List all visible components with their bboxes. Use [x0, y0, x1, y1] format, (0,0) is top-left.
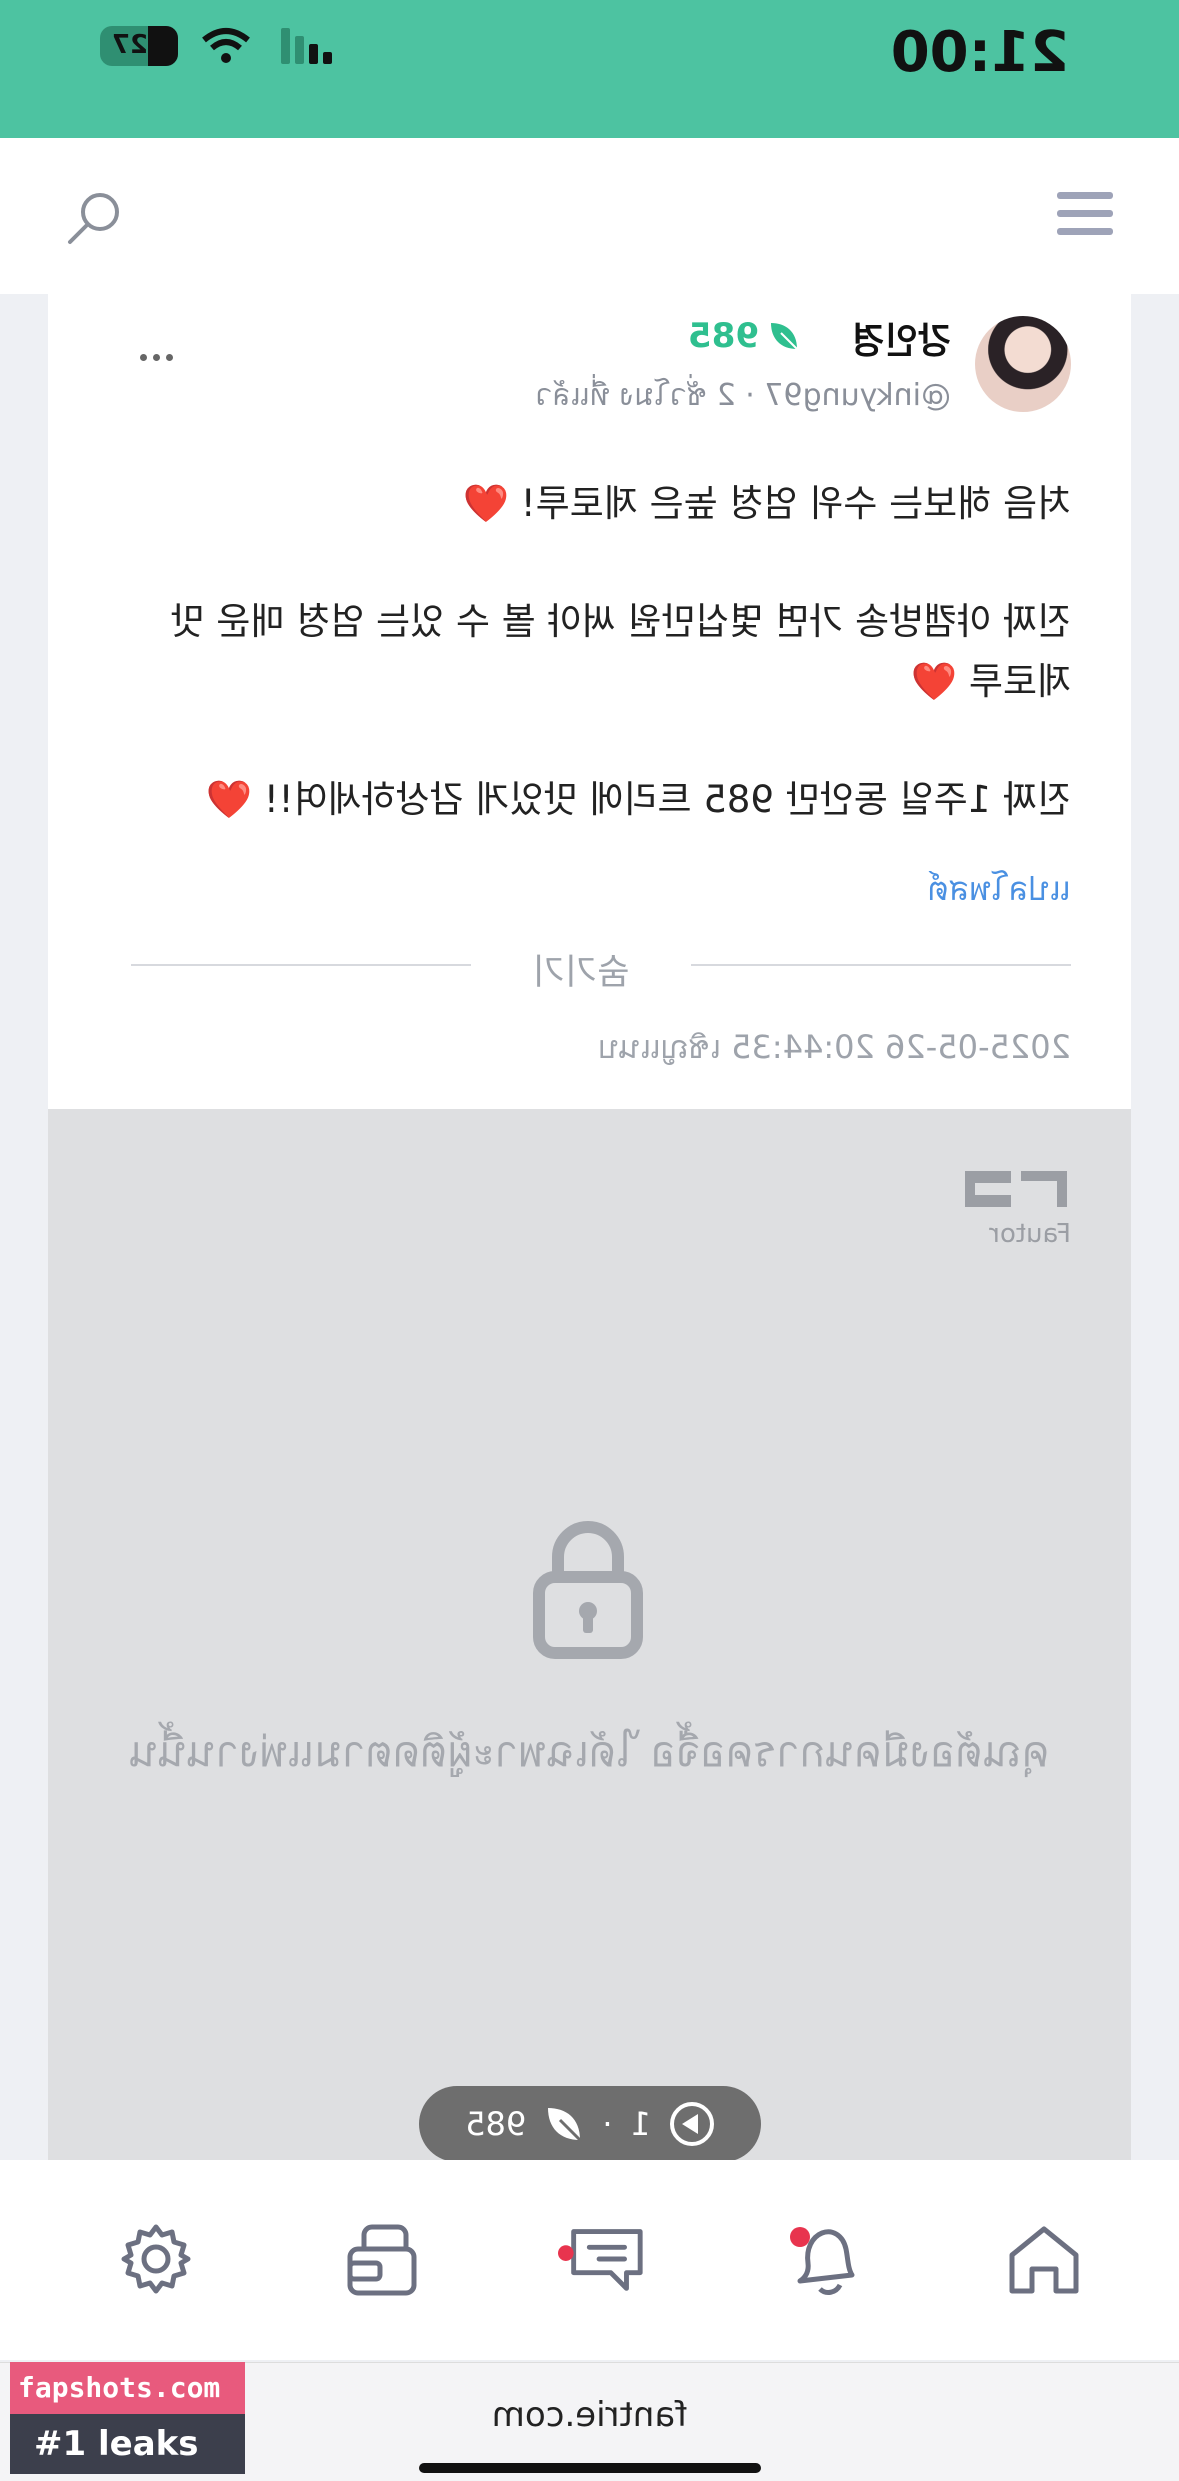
menu-icon[interactable] — [1057, 188, 1113, 240]
more-options-icon[interactable] — [140, 354, 173, 361]
leaf-badge: 985 — [688, 316, 801, 356]
post-paragraph: 처음 해보는 수위 엄청 높은 제로루! ❤️ — [462, 482, 1071, 525]
view-count: 1 — [630, 2105, 651, 2143]
divider-line — [691, 964, 1071, 966]
author-handle[interactable]: @inkyung97 — [764, 378, 951, 413]
home-icon — [1009, 2226, 1079, 2294]
leaf-count: 985 — [688, 316, 759, 356]
signal-icon — [281, 28, 332, 64]
lock-icon — [533, 1521, 643, 1659]
posted-ago: 2 ชั่วโมง ที่แล้ว — [535, 378, 736, 413]
hide-divider[interactable]: 숨기기 — [131, 944, 1071, 993]
watermark-site: fapshots.com — [10, 2362, 245, 2414]
status-icons: 27 — [100, 26, 334, 66]
nav-wallet[interactable] — [337, 2214, 427, 2304]
see-translation-link[interactable]: แปลโพสต์ — [928, 862, 1072, 915]
wifi-icon — [202, 28, 250, 63]
play-icon — [669, 2102, 714, 2146]
post-body: 처음 해보는 수위 엄청 높은 제로루! ❤️ 진짜 야캠방송 가면 몇십만원 … — [131, 474, 1071, 888]
gear-icon — [121, 2224, 191, 2294]
nav-notifications[interactable] — [783, 2214, 873, 2304]
post-datetime: 2025-05-26 20:44:35 เชิญแนบ — [598, 1028, 1071, 1066]
nav-home[interactable] — [999, 2214, 1089, 2304]
author-meta: @inkyung97 · 2 ชั่วโมง ที่แล้ว — [535, 372, 951, 419]
fantrie-logo: Fautor — [961, 1165, 1071, 1249]
divider-line — [131, 964, 471, 966]
post-paragraph: 진짜 1주일 동안만 985 트리에 맛있게 감상하세여!! ❤️ — [206, 778, 1071, 821]
stats-separator: · — [602, 2105, 613, 2143]
status-bar: 21:00 27 — [0, 0, 1179, 138]
watermark: fapshots.com #1 leaks — [10, 2362, 245, 2474]
author-name[interactable]: 강인경 — [852, 312, 951, 364]
logo-mark-icon — [965, 1171, 1067, 1207]
app-header — [0, 138, 1179, 294]
home-indicator[interactable] — [419, 2463, 761, 2473]
wallet-icon — [347, 2224, 417, 2296]
bottom-nav — [0, 2160, 1179, 2360]
hide-label[interactable]: 숨기기 — [511, 944, 651, 995]
battery-icon: 27 — [100, 26, 178, 66]
stats-pill: 1 · 985 — [419, 2086, 761, 2162]
post-card: 강인경 985 @inkyung97 · 2 ชั่วโมง ที่แล้ว 처… — [48, 294, 1131, 1109]
locked-message: คุณต้องมีคนการคอจื้อ ได้เฉพาะผู้ติดตามแพ… — [129, 1727, 1050, 1776]
leaf-icon — [771, 323, 798, 350]
battery-level: 27 — [111, 30, 148, 60]
leaf-outline-icon — [548, 2108, 582, 2142]
chat-icon — [558, 2229, 643, 2291]
author-avatar[interactable] — [975, 316, 1071, 412]
logo-text: Fautor — [989, 1219, 1071, 1249]
locked-content: Fautor คุณต้องมีคนการคอจื้อ ได้เฉพาะผู้ต… — [48, 1109, 1131, 2160]
meta-separator: · — [735, 378, 755, 413]
bell-icon — [790, 2227, 855, 2295]
nav-messages[interactable] — [558, 2214, 648, 2304]
watermark-tagline: #1 leaks — [10, 2414, 245, 2474]
status-time: 21:00 — [890, 20, 1069, 85]
search-icon[interactable] — [66, 190, 122, 246]
nav-settings[interactable] — [111, 2214, 201, 2304]
post-paragraph: 진짜 야캠방송 가면 몇십만원 써야 볼 수 있는 엄청 매운 맛 제로루 ❤️ — [170, 600, 1071, 703]
leaf-total: 985 — [465, 2105, 527, 2143]
mirrored-screen: 21:00 27 강인경 985 @inkyung97 · 2 ชั่วโมง … — [0, 0, 1179, 2481]
